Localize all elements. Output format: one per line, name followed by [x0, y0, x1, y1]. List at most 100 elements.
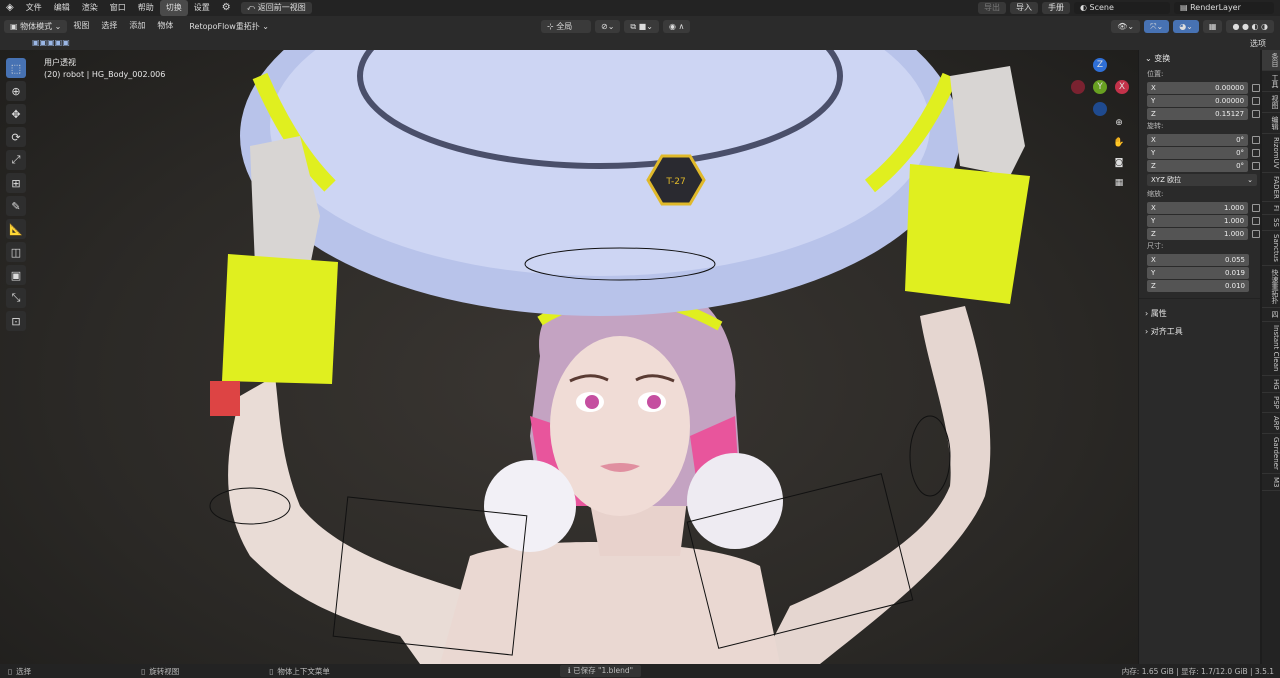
shading-modes[interactable]: ● ● ◐ ◑	[1226, 19, 1274, 33]
workspace-tab-switch[interactable]: 切换	[159, 0, 188, 16]
cursor-icon[interactable]: ⊕	[6, 81, 26, 101]
lock-icon[interactable]	[1252, 83, 1260, 92]
lock-icon[interactable]	[1252, 229, 1260, 238]
lock-icon[interactable]	[1252, 109, 1260, 118]
dimensions-x-field[interactable]: X 0.055	[1147, 253, 1249, 266]
lock-icon[interactable]	[1252, 135, 1260, 144]
scale-y-row: Y 1.000	[1139, 214, 1260, 227]
retopoflow-menu[interactable]: RetopoFlow重拓扑 ⌄	[183, 20, 275, 33]
annotate-icon[interactable]: ✎	[6, 196, 26, 216]
mode-selector[interactable]: ▣ 物体模式 ⌄	[4, 19, 68, 33]
blender-logo-icon[interactable]: ◈	[0, 0, 20, 16]
properties-section[interactable]: › 属性	[1139, 305, 1260, 323]
rotation-z-field[interactable]: Z 0°	[1147, 159, 1249, 172]
3d-viewport[interactable]: T-27 用户透视 (20) robot | HG_Body_002.006 Z…	[0, 36, 1138, 664]
dimensions-y-field[interactable]: Y 0.019	[1147, 266, 1249, 279]
move-icon[interactable]: ✥	[6, 104, 26, 124]
gear-icon[interactable]: ⚙	[216, 0, 237, 16]
tab-psp[interactable]: PSP	[1262, 393, 1280, 414]
pivot-selector[interactable]: ⊘⌄	[595, 19, 621, 33]
scale-icon[interactable]: ⤢	[6, 150, 26, 170]
selection-mode-icons[interactable]: ▣▣▣▣▣	[32, 38, 70, 47]
view-layer-selector[interactable]: ▤ RenderLayer	[1174, 2, 1274, 14]
axis-y-gizmo[interactable]: Y	[1093, 80, 1107, 94]
rotation-mode-select[interactable]: XYZ 欧拉 ⌄	[1147, 174, 1257, 186]
right-arm	[760, 306, 991, 664]
tab-hg[interactable]: HG	[1262, 376, 1280, 394]
add-cube-icon[interactable]: ◫	[6, 242, 26, 262]
grid-ortho-icon[interactable]: ▦	[1112, 176, 1126, 190]
cage-icon[interactable]: ▣	[6, 265, 26, 285]
camera-icon[interactable]: ◙	[1112, 156, 1126, 170]
tab-rizomuv[interactable]: RizomUV	[1262, 134, 1280, 173]
menu-render[interactable]: 渲染	[76, 0, 104, 16]
menu-settings[interactable]: 设置	[188, 0, 216, 16]
axis-neg-z-gizmo[interactable]	[1093, 102, 1107, 116]
align-icon[interactable]: ⤡	[6, 288, 26, 308]
tab-fader[interactable]: FADER	[1262, 173, 1280, 203]
back-to-previous-button[interactable]: ⤺ 返回前一视图	[240, 2, 312, 14]
menu-add[interactable]: 添加	[123, 18, 151, 34]
tab-sanctus[interactable]: Sanctus	[1262, 231, 1280, 267]
tab-tool[interactable]: 工具	[1262, 71, 1280, 92]
axis-z-gizmo[interactable]: Z	[1093, 58, 1107, 72]
rotation-x-field[interactable]: X 0°	[1147, 133, 1249, 146]
menu-select[interactable]: 选择	[95, 18, 123, 34]
pan-hand-icon[interactable]: ✋	[1112, 136, 1126, 150]
xray-toggle[interactable]: ▦	[1202, 19, 1223, 33]
rotate-icon[interactable]: ⟳	[6, 127, 26, 147]
scale-x-value: 1.000	[1224, 203, 1245, 212]
export-button[interactable]: 导出	[978, 2, 1006, 14]
tab-arp[interactable]: ARP	[1262, 413, 1280, 435]
scale-y-field[interactable]: Y 1.000	[1147, 214, 1249, 227]
transform-section[interactable]: ⌄ 变换	[1139, 50, 1260, 68]
zoom-icon[interactable]: ⊕	[1112, 116, 1126, 130]
dimensions-z-field[interactable]: Z 0.010	[1147, 279, 1249, 292]
align-tools-section[interactable]: › 对齐工具	[1139, 323, 1260, 341]
tab-quick-retopo[interactable]: 快速重拓扑	[1262, 266, 1280, 309]
menu-object[interactable]: 物体	[151, 18, 179, 34]
left-arm	[228, 376, 480, 664]
axis-neg-x-gizmo[interactable]	[1071, 80, 1085, 94]
location-x-field[interactable]: X 0.00000	[1147, 81, 1249, 94]
scale-x-field[interactable]: X 1.000	[1147, 201, 1249, 214]
overlay-toggle[interactable]: ◕⌄	[1173, 19, 1199, 33]
axis-x-gizmo[interactable]: X	[1115, 80, 1129, 94]
menu-window[interactable]: 窗口	[104, 0, 132, 16]
tab-item[interactable]: 条目	[1262, 50, 1280, 71]
menu-view[interactable]: 视图	[67, 18, 95, 34]
bound-icon[interactable]: ⊡	[6, 311, 26, 331]
menu-edit[interactable]: 编辑	[48, 0, 76, 16]
lock-icon[interactable]	[1252, 96, 1260, 105]
location-z-field[interactable]: Z 0.15127	[1147, 107, 1249, 120]
scene-selector[interactable]: ◐ Scene	[1074, 2, 1170, 14]
tab-view[interactable]: 视图	[1262, 92, 1280, 113]
manual-button[interactable]: 手册	[1042, 2, 1070, 14]
menu-file[interactable]: 文件	[20, 0, 48, 16]
tab-instant-clean[interactable]: Instant Clean	[1262, 322, 1280, 376]
lock-icon[interactable]	[1252, 161, 1260, 170]
proportional-edit-toggle[interactable]: ◉ ∧	[662, 19, 691, 33]
lock-icon[interactable]	[1252, 216, 1260, 225]
lock-icon[interactable]	[1252, 203, 1260, 212]
tab-four[interactable]: 四	[1262, 308, 1280, 323]
rotation-y-field[interactable]: Y 0°	[1147, 146, 1249, 159]
snap-toggle[interactable]: ⧉ ■⌄	[624, 19, 659, 33]
transform-icon[interactable]: ⊞	[6, 173, 26, 193]
tab-fi[interactable]: FI	[1262, 202, 1280, 216]
tab-edit[interactable]: 编辑	[1262, 113, 1280, 134]
gizmo-toggle[interactable]: ⤧⌄	[1144, 19, 1170, 33]
menu-help[interactable]: 帮助	[132, 0, 160, 16]
lock-icon[interactable]	[1252, 148, 1260, 157]
transform-orientation-selector[interactable]: ⊹ 全局	[541, 19, 591, 33]
import-button[interactable]: 导入	[1010, 2, 1038, 14]
measure-icon[interactable]: 📐	[6, 219, 26, 239]
tab-gardener[interactable]: Gardener	[1262, 434, 1280, 474]
tab-m3[interactable]: M3	[1262, 474, 1280, 492]
visibility-icon[interactable]: 👁⌄	[1111, 19, 1141, 33]
scale-z-field[interactable]: Z 1.000	[1147, 227, 1249, 240]
tab-ss[interactable]: SS	[1262, 215, 1280, 232]
select-box-icon[interactable]: ⬚	[6, 58, 26, 78]
location-y-field[interactable]: Y 0.00000	[1147, 94, 1249, 107]
options-button[interactable]: 选项	[1250, 38, 1266, 49]
